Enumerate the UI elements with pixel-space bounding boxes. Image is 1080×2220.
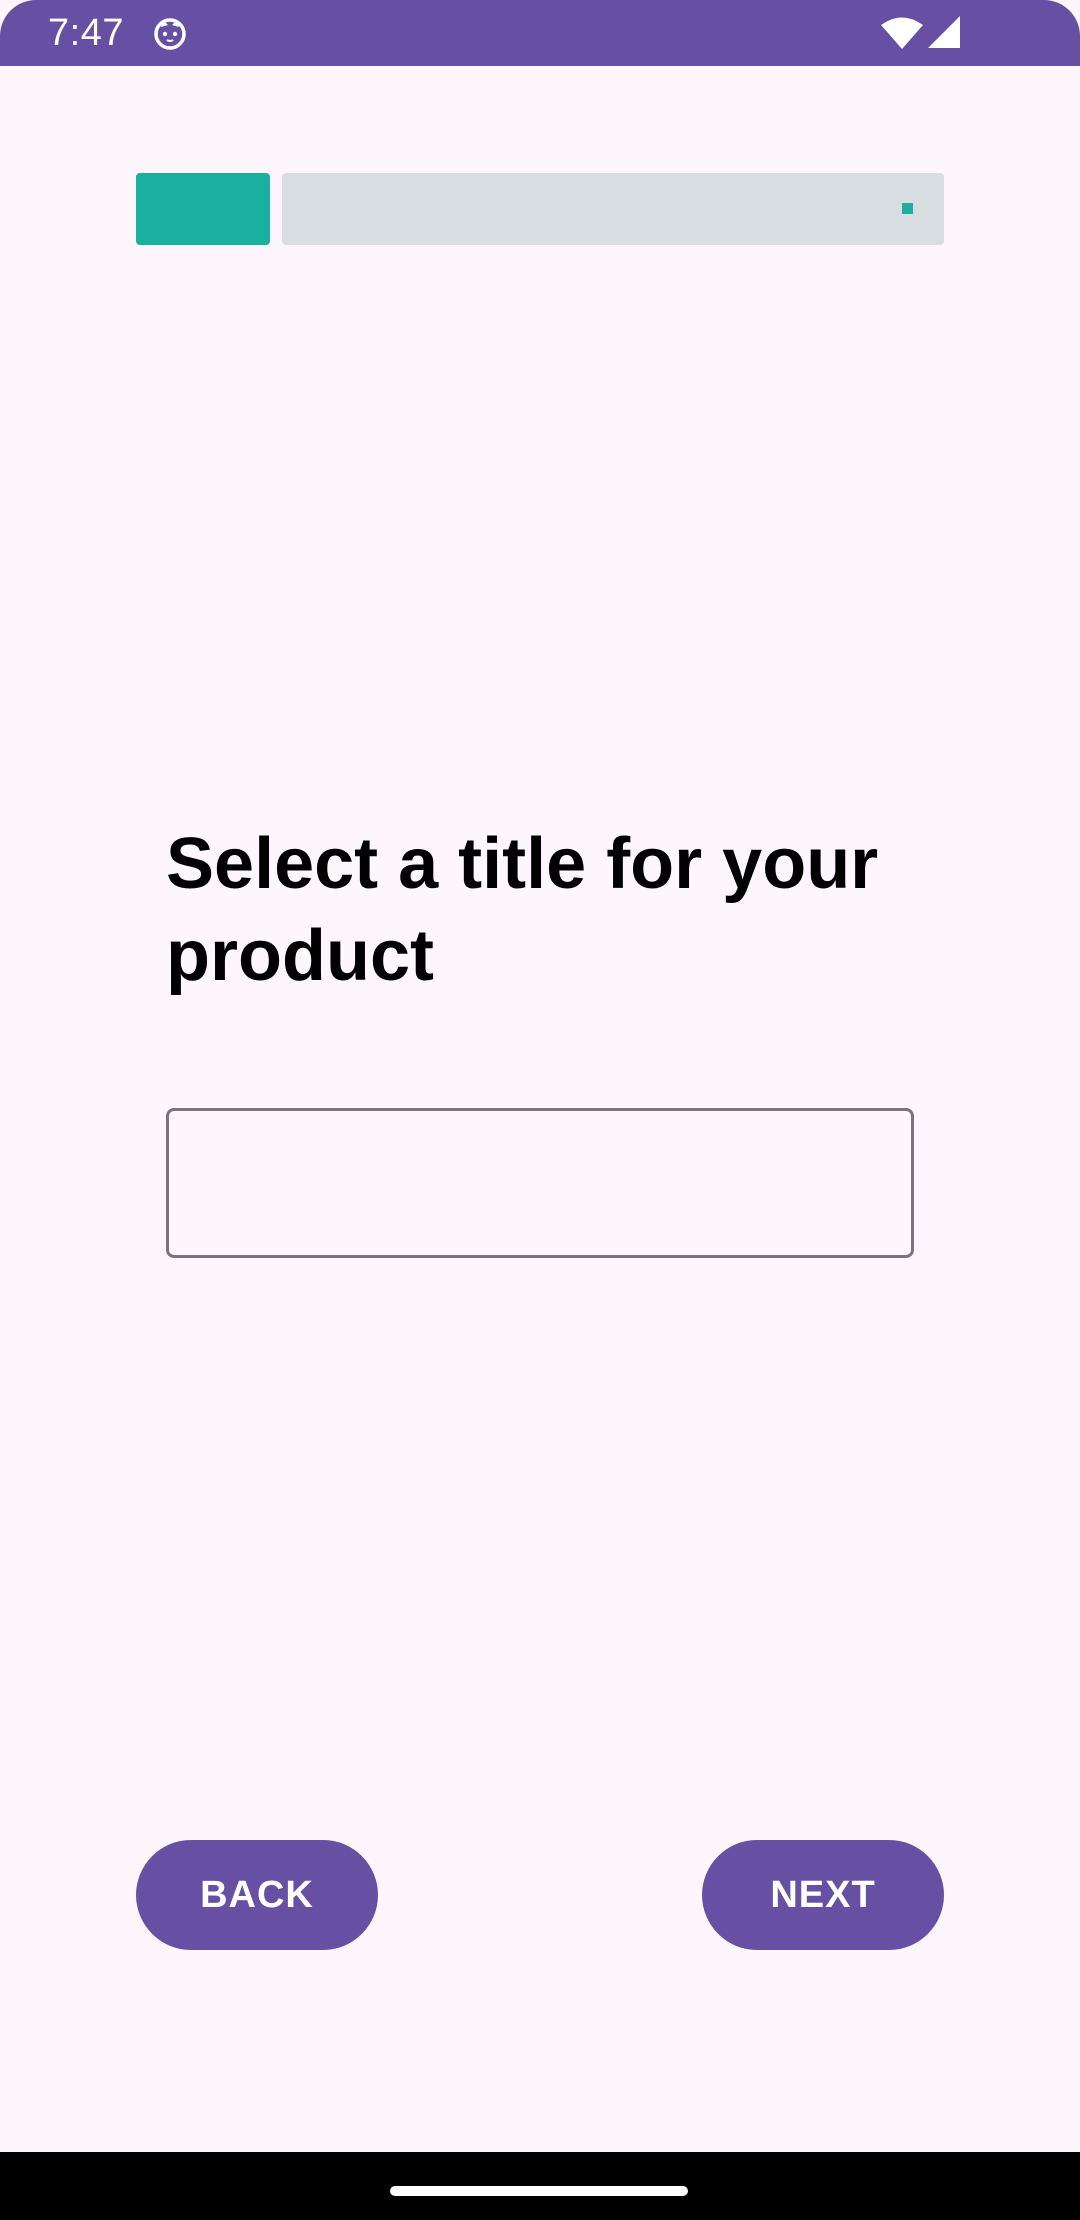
status-bar: 7:47: [0, 0, 1080, 66]
step-progress-indicator: [136, 173, 944, 245]
progress-end-marker: [902, 203, 913, 214]
system-navigation-bar: [0, 2152, 1080, 2220]
home-gesture-handle[interactable]: [390, 2186, 688, 2196]
cell-signal-icon: [928, 16, 960, 48]
next-button[interactable]: NEXT: [702, 1840, 944, 1950]
page-title: Select a title for your product: [166, 824, 879, 996]
product-title-input[interactable]: [166, 1108, 914, 1258]
back-button[interactable]: BACK: [136, 1840, 378, 1950]
cat-notification-icon: [154, 18, 186, 50]
wifi-icon: [881, 17, 923, 49]
status-time: 7:47: [48, 12, 124, 54]
progress-completed-segment: [136, 173, 270, 245]
progress-remaining-track: [282, 173, 944, 245]
